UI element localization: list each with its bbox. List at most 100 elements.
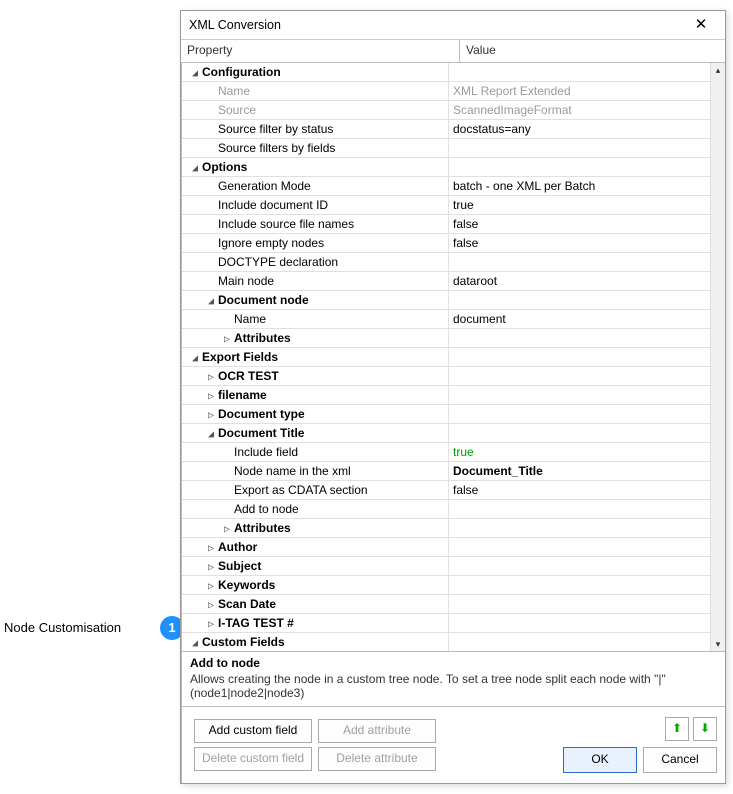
delete-custom-field-button[interactable]: Delete custom field — [194, 747, 312, 771]
value-cell[interactable] — [449, 63, 711, 81]
value-cell[interactable] — [449, 633, 711, 651]
property-cell[interactable]: Name — [182, 82, 449, 100]
twisty-collapsed-icon[interactable]: ▷ — [206, 578, 216, 594]
property-cell[interactable]: ▷Scan Date — [182, 595, 449, 613]
grid-row[interactable]: Include document IDtrue — [182, 196, 711, 215]
grid-row[interactable]: ▷Attributes — [182, 519, 711, 538]
twisty-expanded-icon[interactable]: ◢ — [190, 350, 200, 366]
grid-row[interactable]: Main nodedataroot — [182, 272, 711, 291]
twisty-expanded-icon[interactable]: ◢ — [190, 160, 200, 176]
grid-row[interactable]: ▷filename — [182, 386, 711, 405]
add-attribute-button[interactable]: Add attribute — [318, 719, 436, 743]
grid-row[interactable]: ▷Attributes — [182, 329, 711, 348]
value-cell[interactable]: true — [449, 443, 711, 461]
value-cell[interactable] — [449, 158, 711, 176]
value-cell[interactable]: XML Report Extended — [449, 82, 711, 100]
property-cell[interactable]: Generation Mode — [182, 177, 449, 195]
property-cell[interactable]: ▷Attributes — [182, 329, 449, 347]
twisty-collapsed-icon[interactable]: ▷ — [206, 616, 216, 632]
property-cell[interactable]: Ignore empty nodes — [182, 234, 449, 252]
property-cell[interactable]: ▷filename — [182, 386, 449, 404]
grid-row[interactable]: Include source file namesfalse — [182, 215, 711, 234]
column-header-property[interactable]: Property — [181, 40, 460, 62]
property-cell[interactable]: DOCTYPE declaration — [182, 253, 449, 271]
grid-row[interactable]: ▷Scan Date — [182, 595, 711, 614]
move-up-icon[interactable]: ⬆ — [665, 717, 689, 741]
grid-row[interactable]: Source filters by fields — [182, 139, 711, 158]
property-grid[interactable]: ◢ConfigurationNameXML Report ExtendedSou… — [182, 63, 711, 651]
property-cell[interactable]: ◢Configuration — [182, 63, 449, 81]
value-cell[interactable] — [449, 576, 711, 594]
grid-row[interactable]: ▷Document type — [182, 405, 711, 424]
value-cell[interactable] — [449, 348, 711, 366]
value-cell[interactable]: document — [449, 310, 711, 328]
property-cell[interactable]: Source filters by fields — [182, 139, 449, 157]
delete-attribute-button[interactable]: Delete attribute — [318, 747, 436, 771]
grid-row[interactable]: Include fieldtrue — [182, 443, 711, 462]
twisty-collapsed-icon[interactable]: ▷ — [206, 540, 216, 556]
column-header-value[interactable]: Value — [460, 40, 725, 62]
property-cell[interactable]: ▷I-TAG TEST # — [182, 614, 449, 632]
cancel-button[interactable]: Cancel — [643, 747, 717, 773]
grid-row[interactable]: ▷Author — [182, 538, 711, 557]
property-cell[interactable]: Include field — [182, 443, 449, 461]
twisty-collapsed-icon[interactable]: ▷ — [206, 369, 216, 385]
property-cell[interactable]: Name — [182, 310, 449, 328]
grid-row[interactable]: Ignore empty nodesfalse — [182, 234, 711, 253]
grid-row[interactable]: ▷OCR TEST — [182, 367, 711, 386]
grid-row[interactable]: ◢Document node — [182, 291, 711, 310]
property-cell[interactable]: Add to node — [182, 500, 449, 518]
property-cell[interactable]: ▷Keywords — [182, 576, 449, 594]
grid-row[interactable]: ▷I-TAG TEST # — [182, 614, 711, 633]
twisty-collapsed-icon[interactable]: ▷ — [222, 521, 232, 537]
vertical-scrollbar[interactable]: ▴ ▾ — [710, 63, 725, 651]
property-cell[interactable]: ◢Document node — [182, 291, 449, 309]
grid-row[interactable]: Node name in the xmlDocument_Title — [182, 462, 711, 481]
property-cell[interactable]: Source — [182, 101, 449, 119]
value-cell[interactable] — [449, 386, 711, 404]
value-cell[interactable] — [449, 519, 711, 537]
grid-row[interactable]: ◢Document Title — [182, 424, 711, 443]
property-cell[interactable]: ▷Document type — [182, 405, 449, 423]
twisty-expanded-icon[interactable]: ◢ — [206, 293, 216, 309]
twisty-collapsed-icon[interactable]: ▷ — [206, 407, 216, 423]
value-cell[interactable]: false — [449, 234, 711, 252]
move-down-icon[interactable]: ⬇ — [693, 717, 717, 741]
property-cell[interactable]: ▷Author — [182, 538, 449, 556]
value-cell[interactable] — [449, 614, 711, 632]
grid-row[interactable]: Namedocument — [182, 310, 711, 329]
grid-row[interactable]: Source filter by statusdocstatus=any — [182, 120, 711, 139]
value-cell[interactable] — [449, 329, 711, 347]
grid-row[interactable]: ◢Configuration — [182, 63, 711, 82]
grid-row[interactable]: ◢Export Fields — [182, 348, 711, 367]
property-cell[interactable]: Node name in the xml — [182, 462, 449, 480]
property-cell[interactable]: ◢Export Fields — [182, 348, 449, 366]
twisty-expanded-icon[interactable]: ◢ — [190, 635, 200, 651]
value-cell[interactable] — [449, 557, 711, 575]
grid-row[interactable]: Export as CDATA sectionfalse — [182, 481, 711, 500]
value-cell[interactable]: docstatus=any — [449, 120, 711, 138]
value-cell[interactable] — [449, 139, 711, 157]
property-cell[interactable]: ◢Options — [182, 158, 449, 176]
grid-row[interactable]: ◢Options — [182, 158, 711, 177]
value-cell[interactable] — [449, 405, 711, 423]
value-cell[interactable]: ScannedImageFormat — [449, 101, 711, 119]
twisty-collapsed-icon[interactable]: ▷ — [206, 388, 216, 404]
grid-row[interactable]: ▷Keywords — [182, 576, 711, 595]
value-cell[interactable]: false — [449, 481, 711, 499]
property-cell[interactable]: ◢Custom Fields — [182, 633, 449, 651]
value-cell[interactable]: batch - one XML per Batch — [449, 177, 711, 195]
property-cell[interactable]: Main node — [182, 272, 449, 290]
grid-row[interactable]: Add to node — [182, 500, 711, 519]
value-cell[interactable] — [449, 595, 711, 613]
grid-row[interactable]: SourceScannedImageFormat — [182, 101, 711, 120]
grid-row[interactable]: ◢Custom Fields — [182, 633, 711, 651]
value-cell[interactable] — [449, 424, 711, 442]
ok-button[interactable]: OK — [563, 747, 637, 773]
grid-row[interactable]: DOCTYPE declaration — [182, 253, 711, 272]
property-cell[interactable]: Export as CDATA section — [182, 481, 449, 499]
property-cell[interactable]: Include document ID — [182, 196, 449, 214]
twisty-expanded-icon[interactable]: ◢ — [206, 426, 216, 442]
value-cell[interactable]: Document_Title — [449, 462, 711, 480]
property-cell[interactable]: Include source file names — [182, 215, 449, 233]
